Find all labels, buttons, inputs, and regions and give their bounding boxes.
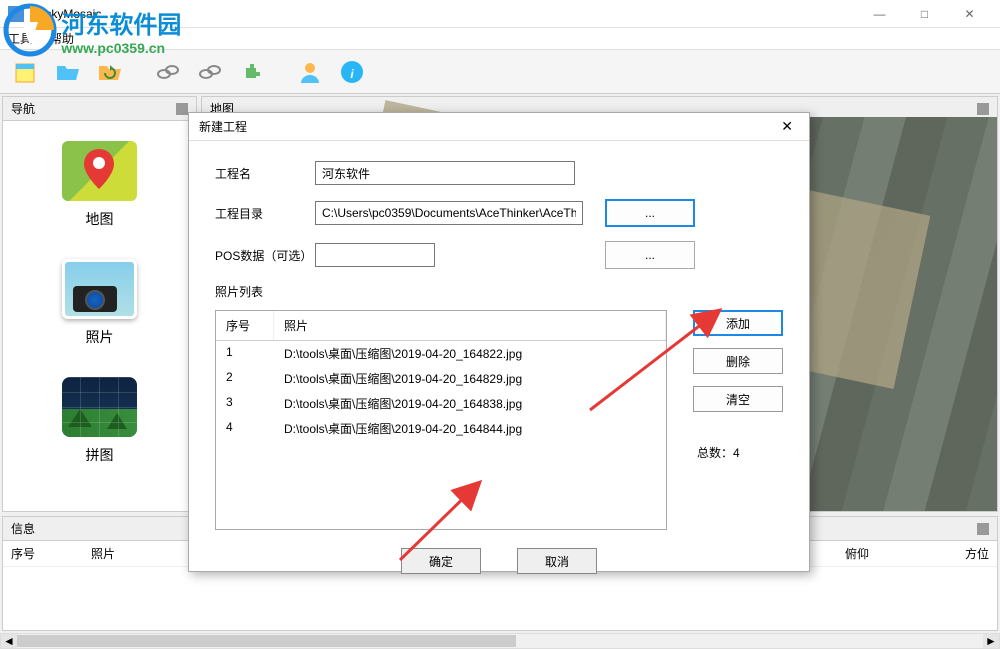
dialog-close-button[interactable]: ✕ bbox=[775, 118, 799, 135]
link2-icon[interactable] bbox=[192, 54, 228, 90]
plugin-icon[interactable] bbox=[234, 54, 270, 90]
nav-item-mosaic[interactable]: 拼图 bbox=[62, 377, 137, 465]
nav-item-label: 地图 bbox=[62, 209, 137, 229]
label-project-name: 工程名 bbox=[215, 165, 315, 182]
th-photo[interactable]: 照片 bbox=[274, 311, 666, 340]
info-icon[interactable]: i bbox=[334, 54, 370, 90]
ok-button[interactable]: 确定 bbox=[401, 548, 481, 574]
photo-table: 序号 照片 1D:\tools\桌面\压缩图\2019-04-20_164822… bbox=[215, 310, 667, 530]
table-row[interactable]: 2D:\tools\桌面\压缩图\2019-04-20_164829.jpg bbox=[216, 366, 666, 391]
dialog-titlebar: 新建工程 ✕ bbox=[189, 113, 809, 141]
maximize-button[interactable]: □ bbox=[902, 0, 947, 28]
close-button[interactable]: ✕ bbox=[947, 0, 992, 28]
nav-item-map[interactable]: 地图 bbox=[62, 141, 137, 229]
minimize-button[interactable]: — bbox=[857, 0, 902, 28]
label-pos-data: POS数据（可选） bbox=[215, 247, 315, 264]
new-project-icon[interactable] bbox=[8, 54, 44, 90]
info-panel-title: 信息 bbox=[11, 520, 35, 537]
app-title: RockyMosaic bbox=[30, 7, 101, 21]
scroll-thumb[interactable] bbox=[17, 635, 516, 647]
new-project-dialog: 新建工程 ✕ 工程名 工程目录 ... POS数据（可选） ... 照片列表 序… bbox=[188, 112, 810, 572]
titlebar: RockyMosaic — □ ✕ bbox=[0, 0, 1000, 28]
pos-data-input[interactable] bbox=[315, 243, 435, 267]
browse-pos-button[interactable]: ... bbox=[605, 241, 695, 269]
total-count: 总数：4 bbox=[693, 444, 783, 461]
app-icon bbox=[8, 6, 24, 22]
label-project-dir: 工程目录 bbox=[215, 205, 315, 222]
menu-help[interactable]: 帮助 bbox=[50, 30, 74, 47]
th-seq[interactable]: 序号 bbox=[216, 311, 274, 340]
nav-item-photo[interactable]: 照片 bbox=[62, 259, 137, 347]
link1-icon[interactable] bbox=[150, 54, 186, 90]
clear-button[interactable]: 清空 bbox=[693, 386, 783, 412]
add-button[interactable]: 添加 bbox=[693, 310, 783, 336]
nav-panel-title: 导航 bbox=[11, 100, 35, 117]
nav-item-label: 拼图 bbox=[62, 445, 137, 465]
dialog-title: 新建工程 bbox=[199, 118, 247, 135]
col-seq: 序号 bbox=[11, 545, 91, 562]
col-azimuth: 方位 bbox=[869, 545, 989, 562]
table-row[interactable]: 3D:\tools\桌面\压缩图\2019-04-20_164838.jpg bbox=[216, 391, 666, 416]
label-photo-list: 照片列表 bbox=[215, 283, 783, 300]
nav-item-label: 照片 bbox=[62, 327, 137, 347]
browse-dir-button[interactable]: ... bbox=[605, 199, 695, 227]
delete-button[interactable]: 删除 bbox=[693, 348, 783, 374]
table-row[interactable]: 4D:\tools\桌面\压缩图\2019-04-20_164844.jpg bbox=[216, 416, 666, 441]
scroll-left-icon[interactable]: ◄ bbox=[1, 634, 17, 648]
panel-toggle-icon[interactable] bbox=[977, 523, 989, 535]
refresh-icon[interactable] bbox=[92, 54, 128, 90]
user-icon[interactable] bbox=[292, 54, 328, 90]
nav-panel-header: 导航 bbox=[3, 97, 196, 121]
horizontal-scrollbar[interactable]: ◄ ► bbox=[0, 633, 1000, 649]
project-name-input[interactable] bbox=[315, 161, 575, 185]
menu-tools[interactable]: 工具 bbox=[8, 30, 32, 47]
panel-toggle-icon[interactable] bbox=[176, 103, 188, 115]
project-dir-input[interactable] bbox=[315, 201, 583, 225]
toolbar: i bbox=[0, 50, 1000, 94]
nav-panel: 导航 地图 照片 bbox=[2, 96, 197, 512]
table-row[interactable]: 1D:\tools\桌面\压缩图\2019-04-20_164822.jpg bbox=[216, 341, 666, 366]
scroll-right-icon[interactable]: ► bbox=[983, 634, 999, 648]
open-icon[interactable] bbox=[50, 54, 86, 90]
menubar: 工具 帮助 bbox=[0, 28, 1000, 50]
table-body: 1D:\tools\桌面\压缩图\2019-04-20_164822.jpg 2… bbox=[216, 341, 666, 441]
panel-toggle-icon[interactable] bbox=[977, 103, 989, 115]
cancel-button[interactable]: 取消 bbox=[517, 548, 597, 574]
